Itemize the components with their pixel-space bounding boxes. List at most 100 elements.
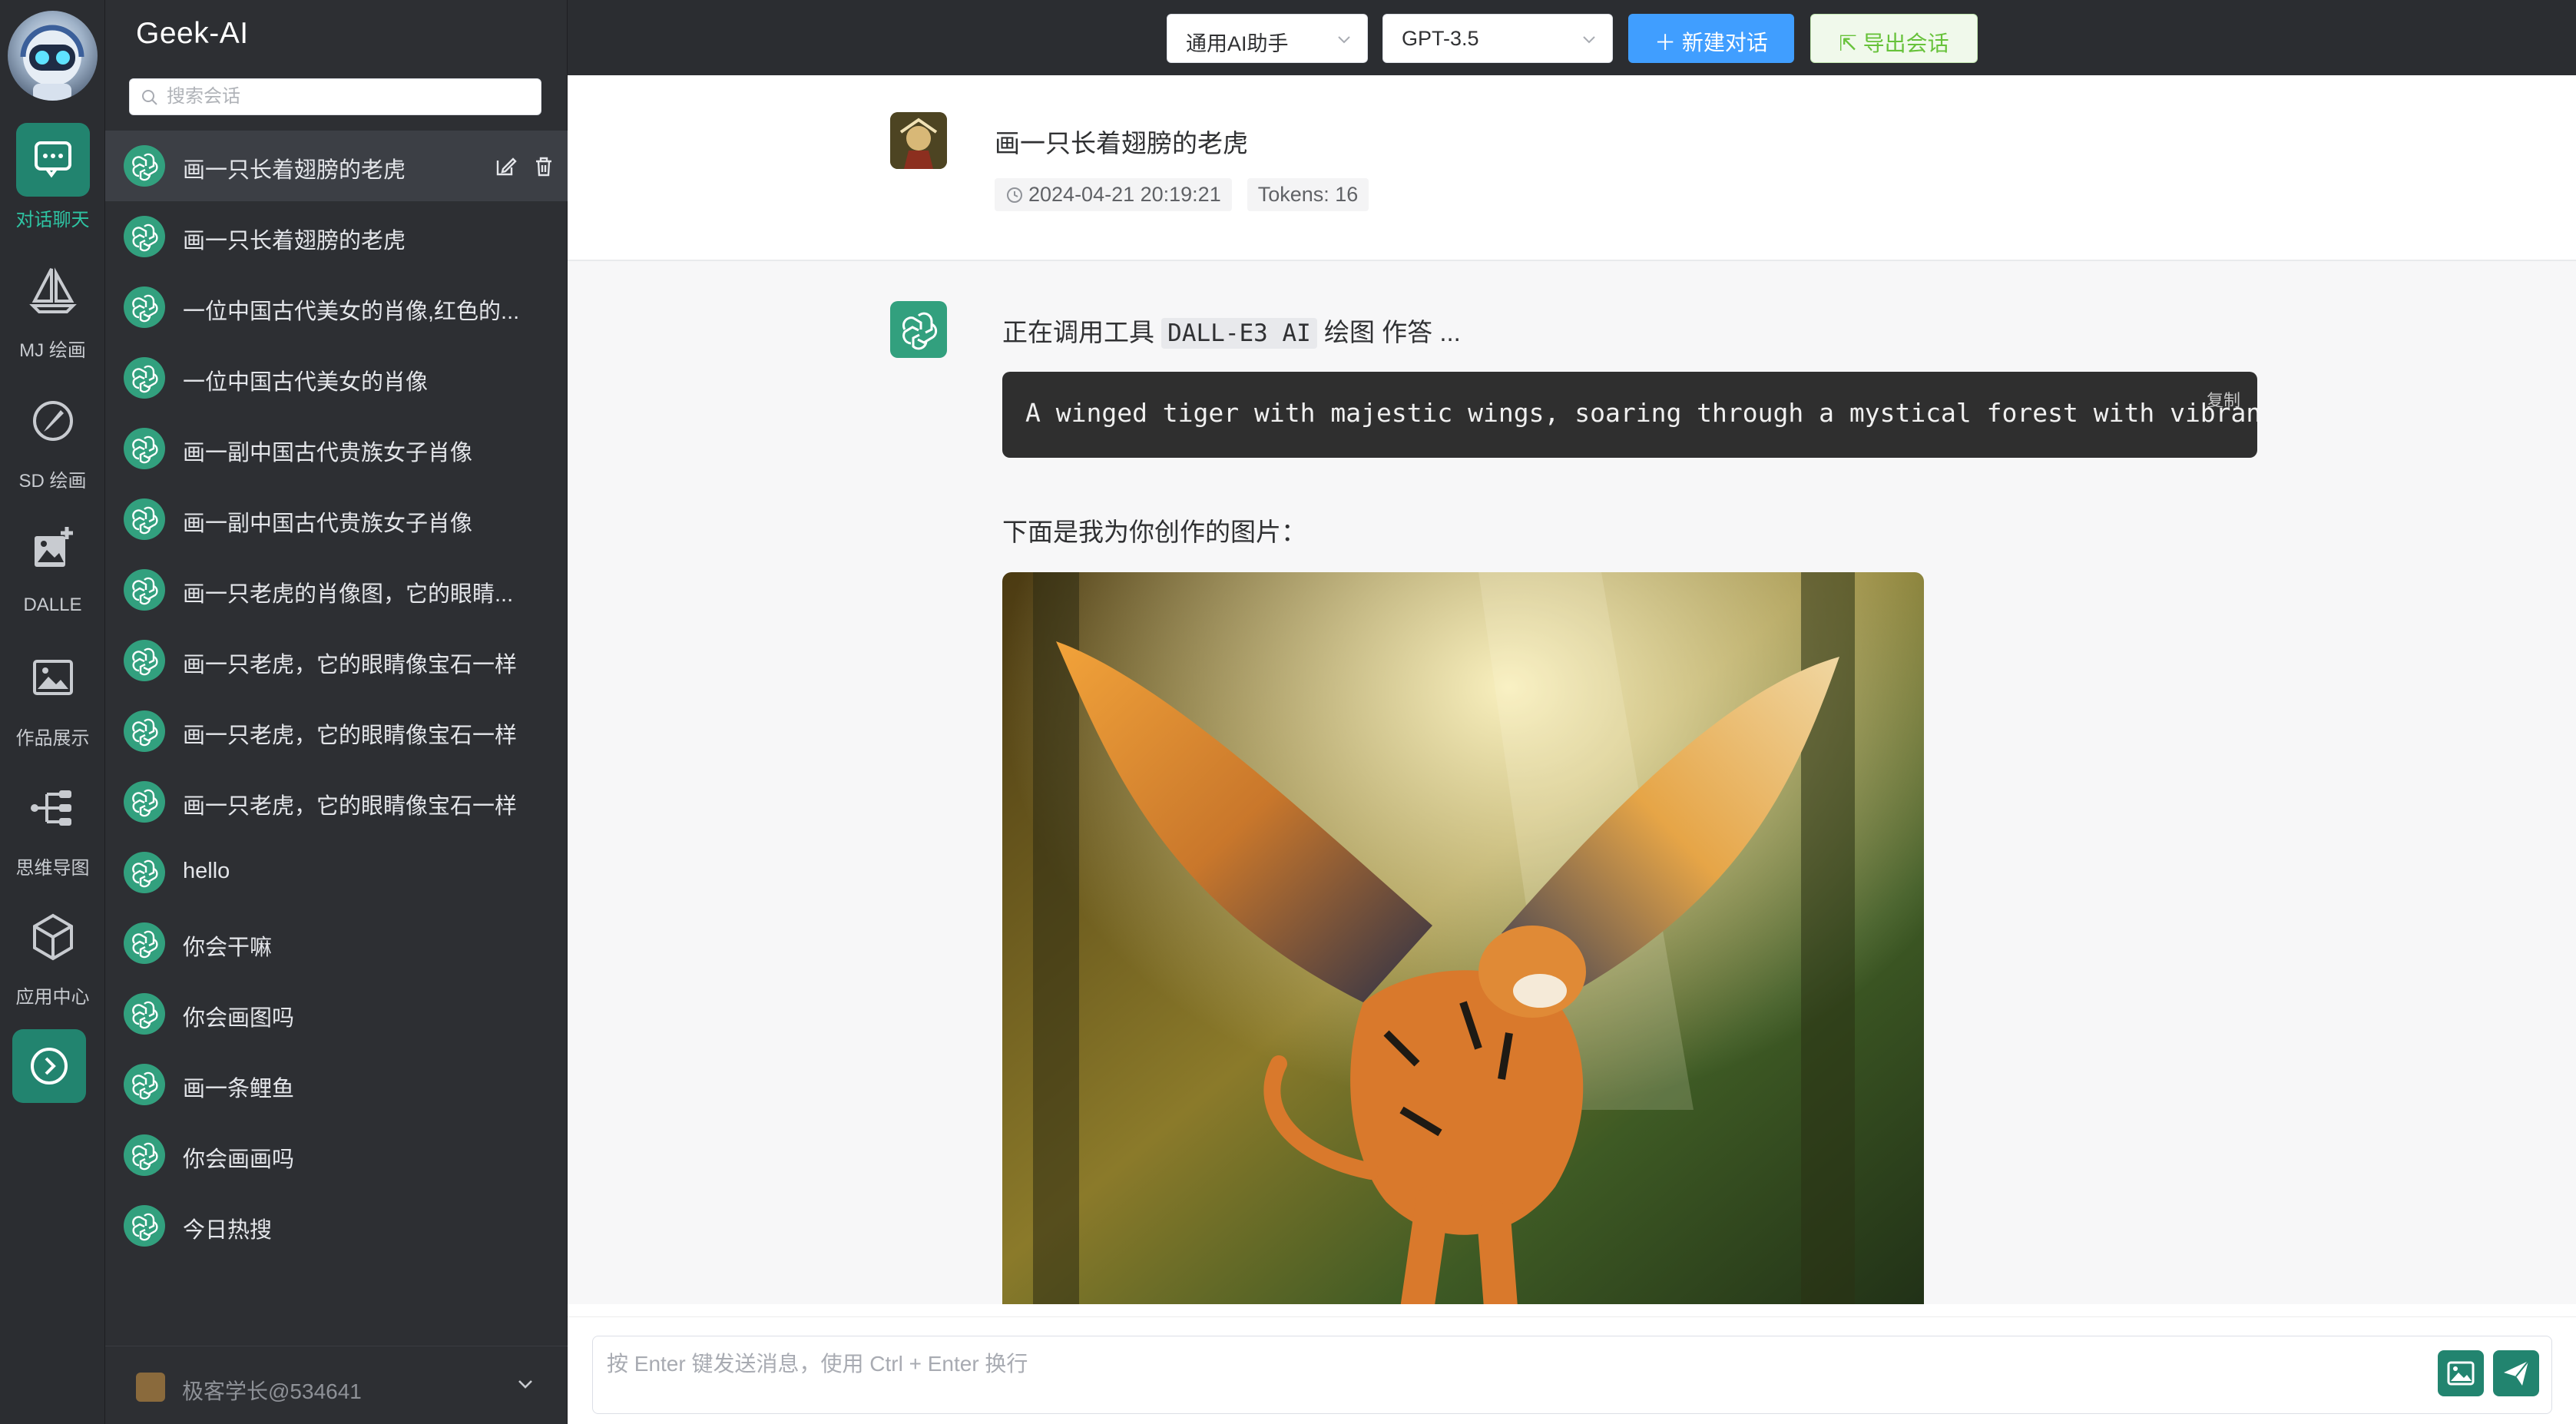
app-brand: Geek-AI <box>136 17 249 50</box>
rail-label: SD 绘画 <box>18 471 87 492</box>
image-add-icon <box>16 513 90 587</box>
chat-list-item[interactable]: 画一只老虎，它的眼睛像宝石一样 <box>105 625 568 696</box>
export-chat-button[interactable]: ⇱ 导出会话 <box>1810 14 1978 63</box>
chat-list-item[interactable]: 画一只老虎，它的眼睛像宝石一样 <box>105 767 568 837</box>
chat-title: 画一只长着翅膀的老虎 <box>183 229 406 253</box>
assistant-message: 正在调用工具 DALL-E3 AI 绘图 作答 ... A winged tig… <box>568 261 2576 1304</box>
edit-icon[interactable] <box>492 154 518 180</box>
rail-item-mindmap[interactable]: 思维导图 <box>0 771 105 879</box>
message-meta: 2024-04-21 20:19:21 Tokens: 16 <box>995 178 1384 211</box>
gpt-avatar-icon <box>124 498 165 540</box>
status-mid: 绘图 <box>1323 318 1375 346</box>
timestamp-badge: 2024-04-21 20:19:21 <box>995 178 1232 211</box>
gpt-avatar-icon <box>124 216 165 257</box>
chat-title: 今日热搜 <box>183 1218 273 1243</box>
rail-item-sd[interactable]: SD 绘画 <box>0 384 105 492</box>
chat-title: 你会画图吗 <box>183 1006 295 1031</box>
generated-image[interactable] <box>1002 572 1924 1304</box>
user-message: 画一只长着翅膀的老虎 2024-04-21 20:19:21 Tokens: 16 <box>568 75 2576 261</box>
chat-list-item[interactable]: 画一副中国古代贵族女子肖像 <box>105 484 568 555</box>
chat-title: 画一只老虎，它的眼睛像宝石一样 <box>183 724 518 748</box>
chat-title: 你会画画吗 <box>183 1147 295 1172</box>
role-select-value: 通用AI助手 <box>1186 32 1289 55</box>
chat-list-item[interactable]: 画一只老虎的肖像图，它的眼睛... <box>105 555 568 625</box>
copy-button[interactable]: 复制 <box>2207 387 2240 412</box>
chat-item-actions <box>483 154 557 184</box>
search-box <box>129 78 541 115</box>
prompt-code-block: A winged tiger with majestic wings, soar… <box>1002 372 2257 458</box>
rail-label: 作品展示 <box>15 728 90 749</box>
export-label: 导出会话 <box>1862 31 1949 55</box>
chat-title: 画一只老虎，它的眼睛像宝石一样 <box>183 794 518 819</box>
chat-sidebar: Geek-AI 画一只长着翅膀的老虎 画一只长着翅膀的老虎 一位中国古代美女的肖… <box>105 0 568 1424</box>
status-prefix: 正在调用工具 <box>1002 318 1154 346</box>
gpt-avatar-icon <box>124 428 165 469</box>
chat-list-item[interactable]: 画一只老虎，它的眼睛像宝石一样 <box>105 696 568 767</box>
trash-icon[interactable] <box>531 154 557 180</box>
rail-label: 对话聊天 <box>15 210 90 230</box>
gpt-avatar-icon <box>124 781 165 823</box>
model-select[interactable]: GPT-3.5 <box>1382 14 1613 63</box>
gpt-avatar-icon <box>124 286 165 328</box>
message-time: 2024-04-21 20:19:21 <box>1028 183 1221 206</box>
chat-list-item[interactable]: hello <box>105 837 568 908</box>
tokens-badge: Tokens: 16 <box>1247 178 1369 211</box>
gpt-avatar-icon <box>124 710 165 752</box>
chat-list-item[interactable]: 画一副中国古代贵族女子肖像 <box>105 413 568 484</box>
message-input[interactable] <box>607 1347 2312 1393</box>
robot-logo-icon[interactable] <box>8 11 98 101</box>
user-menu[interactable]: 极客学长@534641 <box>105 1346 568 1424</box>
chat-list-item[interactable]: 画一只长着翅膀的老虎 <box>105 131 568 201</box>
chat-title: 画一只老虎的肖像图，它的眼睛... <box>183 582 514 607</box>
chat-list: 画一只长着翅膀的老虎 画一只长着翅膀的老虎 一位中国古代美女的肖像,红色的...… <box>105 131 568 1261</box>
rail-label: DALLE <box>23 594 82 615</box>
send-icon <box>2504 1360 2529 1386</box>
chat-icon <box>15 123 90 197</box>
chevron-down-icon <box>1338 36 1350 44</box>
gpt-avatar-icon <box>124 1064 165 1105</box>
search-icon <box>142 90 157 105</box>
chat-title: 画一条鲤鱼 <box>183 1077 295 1101</box>
top-bar: 通用AI助手 GPT-3.5 ＋ 新建对话 ⇱ 导出会话 <box>568 0 2576 75</box>
user-avatar <box>136 1373 165 1402</box>
rail-item-mj[interactable]: MJ 绘画 <box>0 253 105 362</box>
tool-name: DALL-E3 AI <box>1161 318 1317 349</box>
chat-list-item[interactable]: 你会干嘛 <box>105 908 568 979</box>
rail-label: 思维导图 <box>15 858 90 879</box>
chat-list-item[interactable]: 你会画画吗 <box>105 1120 568 1191</box>
brush-icon <box>16 384 90 458</box>
cube-icon <box>16 900 90 974</box>
chat-list-item[interactable]: 今日热搜 <box>105 1191 568 1261</box>
rail-item-apps[interactable]: 应用中心 <box>0 900 105 1008</box>
chevron-right-circle-icon[interactable] <box>12 1029 86 1103</box>
chat-title: 画一副中国古代贵族女子肖像 <box>183 441 473 465</box>
gpt-avatar-icon <box>124 145 165 187</box>
gpt-avatar-icon <box>124 1205 165 1247</box>
chat-main: 画一只长着翅膀的老虎 2024-04-21 20:19:21 Tokens: 16… <box>568 75 2576 1304</box>
chevron-down-icon <box>518 1380 532 1389</box>
chat-title: 画一副中国古代贵族女子肖像 <box>183 512 473 536</box>
chat-list-item[interactable]: 画一条鲤鱼 <box>105 1049 568 1120</box>
gpt-avatar-icon <box>124 640 165 681</box>
rail-item-dalle[interactable]: DALLE <box>0 513 105 616</box>
rail-item-chat[interactable]: 对话聊天 <box>0 123 105 231</box>
search-input[interactable] <box>167 84 528 110</box>
upload-image-button[interactable] <box>2438 1350 2484 1396</box>
gpt-avatar-icon <box>124 357 165 399</box>
role-select[interactable]: 通用AI助手 <box>1167 14 1368 63</box>
new-chat-label: 新建对话 <box>1681 31 1768 55</box>
chat-list-item[interactable]: 你会画图吗 <box>105 979 568 1049</box>
chat-title: 画一只老虎，它的眼睛像宝石一样 <box>183 653 518 677</box>
composer-box <box>592 1336 2552 1414</box>
prompt-code: A winged tiger with majestic wings, soar… <box>1025 398 2257 428</box>
chat-list-item[interactable]: 一位中国古代美女的肖像,红色的... <box>105 272 568 343</box>
mindmap-icon <box>16 771 90 845</box>
chat-title: hello <box>183 859 230 883</box>
gpt-avatar-icon <box>124 852 165 893</box>
rail-item-gallery[interactable]: 作品展示 <box>0 641 105 750</box>
new-chat-button[interactable]: ＋ 新建对话 <box>1628 14 1794 63</box>
rail-label: 应用中心 <box>15 987 90 1008</box>
send-button[interactable] <box>2493 1350 2539 1396</box>
chat-list-item[interactable]: 一位中国古代美女的肖像 <box>105 343 568 413</box>
chat-list-item[interactable]: 画一只长着翅膀的老虎 <box>105 201 568 272</box>
